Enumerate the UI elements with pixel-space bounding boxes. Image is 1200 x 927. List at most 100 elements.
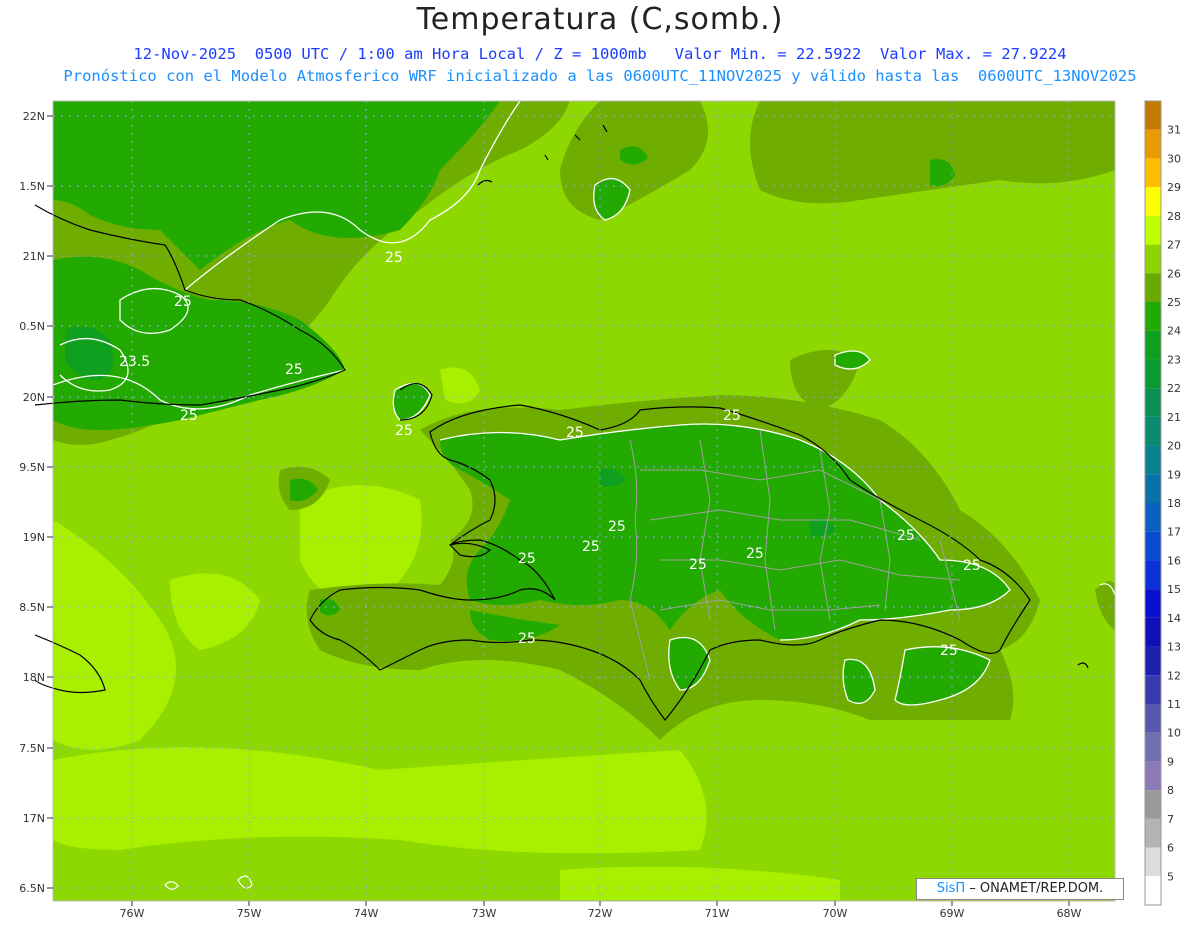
lat-label: 21N — [23, 250, 45, 263]
credit-text: – ONAMET/REP.DOM. — [969, 881, 1104, 896]
contour-label: 25 — [285, 362, 303, 378]
lat-label: 22N — [23, 110, 45, 123]
lat-label: 1.5N — [19, 180, 45, 193]
credit-logo: SisΠ — [936, 881, 966, 896]
lat-label: 20N — [23, 391, 45, 404]
colorbar-label: 25 — [1167, 296, 1181, 309]
lat-label: 18N — [23, 671, 45, 684]
contour-label: 25 — [723, 408, 741, 424]
colorbar-swatch — [1145, 302, 1161, 331]
lon-label: 68W — [1057, 907, 1082, 920]
colorbar-swatch — [1145, 790, 1161, 819]
colorbar-swatch — [1145, 531, 1161, 561]
colorbar-label: 10 — [1167, 727, 1181, 740]
lat-label: 7.5N — [19, 742, 45, 755]
credit-box: SisΠ – ONAMET/REP.DOM. — [916, 878, 1124, 900]
colorbar-swatch — [1145, 273, 1161, 302]
colorbar-label: 29 — [1167, 181, 1181, 194]
contour-label: 25 — [897, 528, 915, 544]
contour-label: 25 — [582, 539, 600, 555]
colorbar-swatch — [1145, 646, 1161, 676]
colorbar-label: 28 — [1167, 210, 1181, 223]
lat-label: 19N — [23, 531, 45, 544]
lat-label: 17N — [23, 812, 45, 825]
colorbar-swatch — [1145, 675, 1161, 704]
colorbar-label: 30 — [1167, 152, 1181, 165]
colorbar-swatch — [1145, 445, 1161, 475]
colorbar-swatch — [1145, 704, 1161, 733]
colorbar-label: 26 — [1167, 267, 1181, 280]
colorbar-swatch — [1145, 187, 1161, 216]
colorbar-swatch — [1145, 847, 1161, 877]
contour-label: 25 — [518, 631, 536, 647]
lon-label: 76W — [120, 907, 145, 920]
contour-label: 25 — [746, 546, 764, 562]
colorbar-label: 16 — [1167, 554, 1181, 567]
colorbar-swatch — [1145, 474, 1161, 503]
colorbar-swatch — [1145, 589, 1161, 618]
lon-label: 70W — [823, 907, 848, 920]
colorbar-swatch — [1145, 503, 1161, 532]
colorbar-swatch — [1145, 560, 1161, 590]
colorbar-swatch — [1145, 416, 1161, 446]
colorbar-swatch — [1145, 818, 1161, 848]
colorbar: 31 30 29 28 27 26 25 24 23 22 21 20 19 18 17 16 15 14 13 12… — [1144, 100, 1181, 906]
lon-label: 71W — [705, 907, 730, 920]
lat-label: 9.5N — [19, 461, 45, 474]
contour-label: 25 — [608, 519, 626, 535]
lon-ticks — [131, 901, 1070, 906]
lon-label: 75W — [237, 907, 262, 920]
lat-label: 8.5N — [19, 601, 45, 614]
colorbar-label: 9 — [1167, 755, 1174, 768]
colorbar-label: 11 — [1167, 698, 1181, 711]
colorbar-label: 27 — [1167, 239, 1181, 252]
colorbar-label: 20 — [1167, 440, 1181, 453]
contour-label: 25 — [689, 557, 707, 573]
colorbar-label: 14 — [1167, 612, 1181, 625]
colorbar-label: 6 — [1167, 842, 1174, 855]
colorbar-swatch — [1145, 129, 1161, 159]
colorbar-label: 18 — [1167, 497, 1181, 510]
contour-label: 25 — [385, 250, 403, 266]
lon-label: 74W — [354, 907, 379, 920]
contour-label: 25 — [518, 551, 536, 567]
colorbar-label: 19 — [1167, 468, 1181, 481]
lon-label: 72W — [588, 907, 613, 920]
lon-label: 69W — [940, 907, 965, 920]
lat-label: 0.5N — [19, 320, 45, 333]
colorbar-swatch — [1145, 244, 1161, 274]
colorbar-swatch — [1145, 158, 1161, 188]
colorbar-swatch — [1145, 388, 1161, 417]
colorbar-swatch — [1145, 876, 1161, 905]
colorbar-label: 23 — [1167, 353, 1181, 366]
colorbar-label: 17 — [1167, 526, 1181, 539]
colorbar-label: 21 — [1167, 411, 1181, 424]
lat-label: 6.5N — [19, 882, 45, 895]
colorbar-label: 5 — [1167, 870, 1174, 883]
contour-label: 25 — [963, 558, 981, 574]
contour-label: 25 — [180, 408, 198, 424]
colorbar-label: 13 — [1167, 641, 1181, 654]
colorbar-swatch — [1145, 330, 1161, 360]
colorbar-label: 22 — [1167, 382, 1181, 395]
lon-label: 73W — [472, 907, 497, 920]
colorbar-swatch — [1145, 617, 1161, 647]
lat-ticks — [47, 115, 53, 889]
colorbar-swatch — [1145, 359, 1161, 389]
colorbar-swatch — [1145, 732, 1161, 762]
colorbar-swatch — [1145, 761, 1161, 791]
contour-label: 25 — [174, 294, 192, 310]
contour-label: 23.5 — [119, 354, 150, 370]
contour-label: 25 — [395, 423, 413, 439]
temperature-map: 25 25 23.5 25 25 25 25 25 25 25 25 25 25… — [19, 100, 1181, 920]
colorbar-label: 24 — [1167, 325, 1181, 338]
colorbar-label: 31 — [1167, 124, 1181, 137]
colorbar-swatch — [1145, 215, 1161, 245]
colorbar-label: 15 — [1167, 583, 1181, 596]
colorbar-label: 7 — [1167, 813, 1174, 826]
colorbar-label: 8 — [1167, 784, 1174, 797]
colorbar-swatch — [1145, 101, 1161, 130]
colorbar-label: 12 — [1167, 669, 1181, 682]
contour-label: 25 — [940, 643, 958, 659]
contour-label: 25 — [566, 425, 584, 441]
